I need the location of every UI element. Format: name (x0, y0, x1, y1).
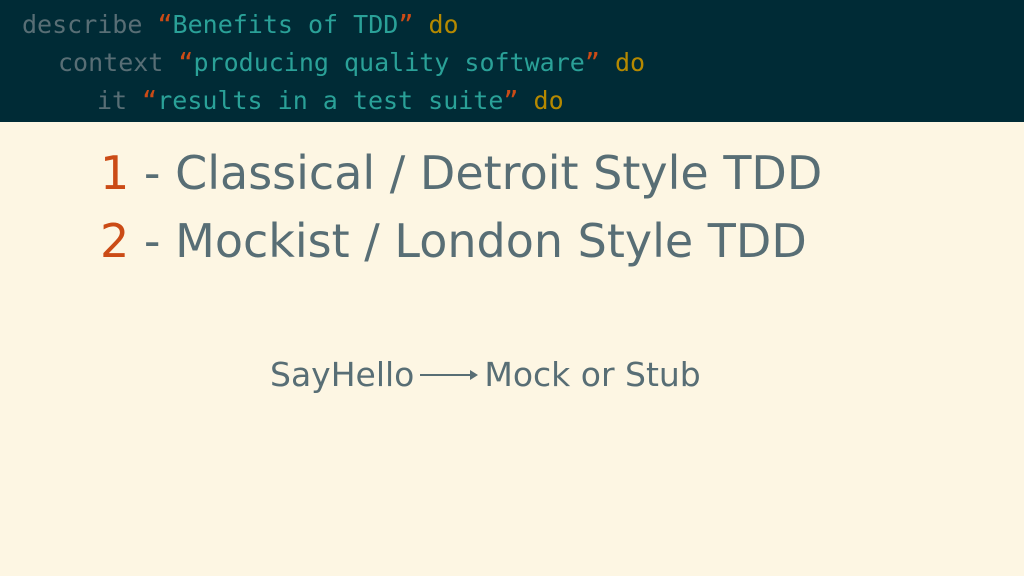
code-open-quote: “ (142, 86, 158, 115)
list-item-text: - Classical / Detroit Style TDD (129, 146, 823, 200)
code-string-it: results in a test suite (157, 86, 504, 115)
dependency-diagram: SayHello Mock or Stub (270, 350, 701, 398)
arrow-right-icon (420, 370, 479, 380)
code-keyword-context: context (58, 48, 164, 77)
code-header: describe “Benefits of TDD” do context “p… (0, 0, 1024, 122)
code-line-it: it “results in a test suite” do (97, 86, 564, 116)
code-do-keyword: do (533, 86, 564, 115)
list-item-number: 1 (100, 146, 130, 200)
list-item-classical-tdd: 1 - Classical / Detroit Style TDD (100, 145, 822, 201)
code-keyword-describe: describe (22, 10, 143, 39)
code-line-describe: describe “Benefits of TDD” do (22, 10, 459, 40)
code-line-context: context “producing quality software” do (58, 48, 645, 78)
code-keyword-it: it (97, 86, 128, 115)
code-close-quote: ” (503, 86, 519, 115)
code-do-keyword: do (614, 48, 646, 77)
diagram-source-label: SayHello (270, 354, 415, 394)
slide: describe “Benefits of TDD” do context “p… (0, 0, 1024, 576)
code-string-context: producing quality software (193, 48, 585, 77)
code-close-quote: ” (584, 48, 600, 77)
code-string-describe: Benefits of TDD (172, 10, 399, 39)
list-item-text: - Mockist / London Style TDD (129, 214, 807, 268)
code-close-quote: ” (398, 10, 414, 39)
list-item-number: 2 (100, 214, 130, 268)
list-item-mockist-tdd: 2 - Mockist / London Style TDD (100, 213, 807, 269)
diagram-target-label: Mock or Stub (484, 354, 701, 394)
code-open-quote: “ (178, 48, 194, 77)
code-open-quote: “ (157, 10, 173, 39)
code-do-keyword: do (428, 10, 459, 39)
